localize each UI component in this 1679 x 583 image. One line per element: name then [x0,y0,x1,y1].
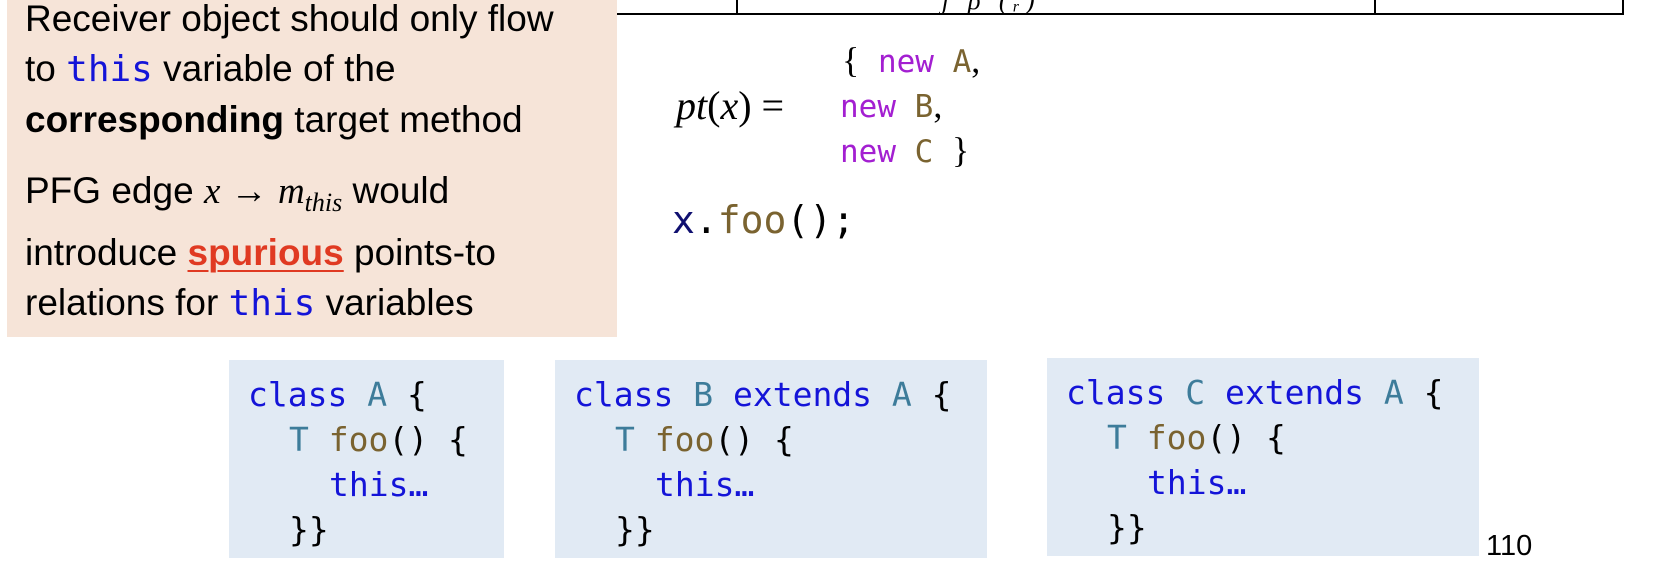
note-text: introduce [25,232,188,273]
comma: , [933,85,943,125]
receiver-x: x [672,198,695,242]
class-a-box: class A { T foo() { this… }} [229,360,504,558]
open-brace: { [406,375,427,414]
math-m: m [277,171,305,212]
note-paragraph-pfg: PFG edge x → mthis would introduce spuri… [25,166,496,329]
class-keyword: class [1066,373,1166,412]
return-type: T [615,420,635,459]
class-name: B [914,89,934,125]
open-brace: { [931,375,952,414]
method-declaration: T foo() { [289,418,468,462]
call-args: (); [786,198,856,242]
new-keyword: new [877,44,934,80]
page-number: 110 [1486,530,1533,562]
note-text: variable of the [152,48,396,89]
comma: , [971,40,981,80]
closing-braces: }} [1107,508,1147,547]
func-pt: pt [676,83,708,128]
return-type: T [289,420,309,459]
class-c-box: class C extends A { T foo() { this… }} [1047,358,1479,556]
pt-item-a: { new A, [842,40,980,82]
method-params: () { [1206,418,1286,457]
class-keyword: class [574,375,674,414]
arrow-symbol: → [230,171,268,212]
pt-item-b: new B, [840,85,942,127]
note-text: points-to [343,232,496,273]
class-keyword: class [248,375,348,414]
func-arg-x: x [720,83,739,128]
method-params: () { [388,420,468,459]
table-divider [1374,0,1376,13]
method-params: () { [714,420,794,459]
method-body: this… [1147,463,1247,502]
class-name: A [952,44,972,80]
method-name: foo [654,420,715,459]
class-name: C [1185,373,1206,412]
method-declaration: T foo() { [1107,416,1286,460]
note-text: would [342,170,450,211]
note-text: target method [284,99,523,140]
note-paragraph-receiver: Receiver object should only flow to this… [25,0,554,145]
closing-braces: }} [289,510,329,549]
method-name: foo [328,420,389,459]
extends-keyword: extends [732,375,873,414]
emphasis-spurious: spurious [187,232,344,273]
new-keyword: new [840,89,896,125]
method-body: this… [329,465,429,504]
note-text: variables [315,282,474,323]
note-text: Receiver object should only flow [25,0,554,39]
class-name: A [367,375,388,414]
close-brace: } [952,130,970,170]
math-x: x [203,171,221,212]
return-type: T [1107,418,1127,457]
class-declaration: class B extends A { [574,373,952,417]
method-declaration: T foo() { [615,418,794,462]
class-b-box: class B extends A { T foo() { this… }} [555,360,987,558]
note-panel: Receiver object should only flow to this… [7,0,617,337]
class-name: B [693,375,714,414]
this-keyword: this [66,49,153,90]
parent-class-name: A [1383,373,1404,412]
method-name: foo [1146,418,1207,457]
table-fragment: ʃ ρ (ᵣ) [610,0,1624,15]
closing-braces: }} [615,510,655,549]
class-name: C [914,134,934,170]
pt-item-c: new C } [840,130,969,172]
table-divider [736,0,738,13]
class-declaration: class A { [248,373,427,417]
table-cut-text: ʃ ρ (ᵣ) [942,0,1041,15]
note-text: relations for [25,282,229,323]
emphasis-corresponding: corresponding [25,99,285,140]
open-brace: { [1423,373,1444,412]
equals-sign: = [761,83,785,128]
note-text: to [25,48,67,89]
class-declaration: class C extends A { [1066,371,1444,415]
method-body: this… [655,465,755,504]
this-keyword: this [228,283,316,324]
parent-class-name: A [891,375,912,414]
note-text: PFG edge [25,170,204,211]
method-foo: foo [717,198,787,242]
extends-keyword: extends [1224,373,1365,412]
method-call: x.foo(); [672,198,855,242]
open-brace: { [842,40,860,80]
math-subscript-this: this [304,188,343,217]
new-keyword: new [840,134,896,170]
equation-lhs: pt(x) = [676,83,785,128]
dot: . [694,198,718,242]
